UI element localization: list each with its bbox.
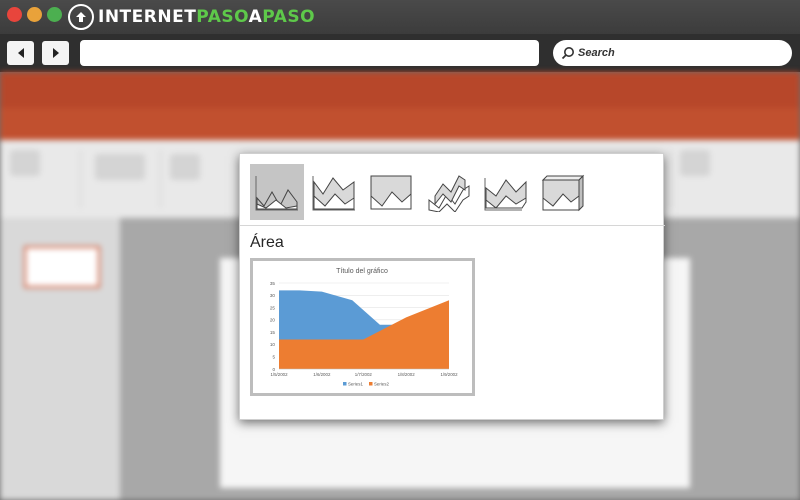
legend-label: Series1 — [348, 382, 363, 387]
search-label: Search — [578, 47, 615, 59]
site-logo: INTERNETPASOAPASO — [68, 4, 315, 30]
3d-area-chart-option[interactable] — [421, 164, 475, 220]
area-chart-types — [250, 164, 589, 220]
x-tick-label: 1/5/2002 — [270, 372, 288, 377]
y-tick-label: 5 — [272, 355, 275, 360]
legend-label: Series2 — [374, 382, 389, 387]
minimize-window-button[interactable] — [27, 7, 42, 22]
app-ribbon-tabs — [0, 108, 800, 164]
y-tick-label: 10 — [270, 342, 276, 347]
y-tick-label: 30 — [270, 293, 276, 298]
3d-stacked-area-chart-option[interactable] — [478, 164, 532, 220]
3d-100-stacked-area-chart-option[interactable] — [535, 164, 589, 220]
3d-100-stacked-area-chart-icon — [541, 174, 585, 212]
stacked-area-chart-option[interactable] — [307, 164, 361, 220]
y-tick-label: 15 — [270, 330, 276, 335]
slide-thumbnail — [24, 246, 100, 288]
y-tick-label: 35 — [270, 281, 276, 286]
3d-area-chart-icon — [428, 175, 470, 212]
ribbon-button — [680, 150, 710, 176]
app-title-bar — [0, 72, 800, 108]
ribbon-button — [170, 154, 200, 180]
y-tick-label: 25 — [270, 305, 276, 310]
area-chart-option[interactable] — [250, 164, 304, 220]
y-tick-label: 20 — [270, 318, 276, 323]
logo-text: INTERNETPASOAPASO — [98, 7, 316, 27]
chart-type-heading: Área — [250, 234, 284, 251]
browser-titlebar: INTERNETPASOAPASO — [0, 0, 800, 34]
chart-preview[interactable]: Título del gráfico 0 5 10 15 20 25 30 35 1/5/20… — [250, 258, 475, 396]
address-bar[interactable] — [80, 40, 539, 66]
back-button[interactable] — [7, 41, 34, 65]
100-stacked-area-chart-icon — [370, 175, 412, 210]
ribbon-button — [95, 154, 145, 180]
forward-arrow-icon — [52, 48, 59, 58]
forward-button[interactable] — [42, 41, 69, 65]
legend-swatch — [369, 382, 373, 386]
search-field[interactable]: Search — [553, 40, 792, 66]
area-chart-icon — [255, 176, 298, 211]
area-chart-preview: Título del gráfico 05101520253035 1/5/20… — [270, 268, 458, 387]
maximize-window-button[interactable] — [47, 7, 62, 22]
ribbon-separator — [80, 150, 81, 208]
chart-title: Título del gráfico — [336, 268, 388, 275]
slide-thumbnail-pane — [0, 218, 120, 500]
chart-areas — [279, 290, 449, 370]
close-window-button[interactable] — [7, 7, 22, 22]
legend-swatch — [343, 382, 347, 386]
chart-legend: Series1 Series2 — [343, 382, 389, 387]
x-tick-label: 1/8/2002 — [398, 372, 416, 377]
ribbon-button — [10, 150, 40, 176]
search-icon — [561, 47, 574, 60]
stacked-area-chart-icon — [312, 176, 355, 211]
browser-toolbar: Search — [0, 34, 800, 72]
y-axis-ticks: 05101520253035 — [270, 281, 276, 372]
logo-icon — [68, 4, 94, 30]
back-arrow-icon — [17, 48, 24, 58]
ribbon-separator — [160, 150, 161, 208]
x-tick-label: 1/9/2002 — [440, 372, 458, 377]
ribbon-separator — [670, 150, 671, 208]
100-stacked-area-chart-option[interactable] — [364, 164, 418, 220]
x-tick-label: 1/7/2002 — [355, 372, 373, 377]
popup-divider — [240, 225, 665, 226]
x-tick-label: 1/6/2002 — [313, 372, 331, 377]
chart-type-popup: Área Título del gráfico 0 5 10 15 20 25 30 35 1… — [239, 153, 665, 420]
x-axis-ticks: 1/5/2002 1/6/2002 1/7/2002 1/8/2002 1/9/2002 — [270, 372, 458, 377]
3d-stacked-area-chart-icon — [484, 178, 527, 211]
